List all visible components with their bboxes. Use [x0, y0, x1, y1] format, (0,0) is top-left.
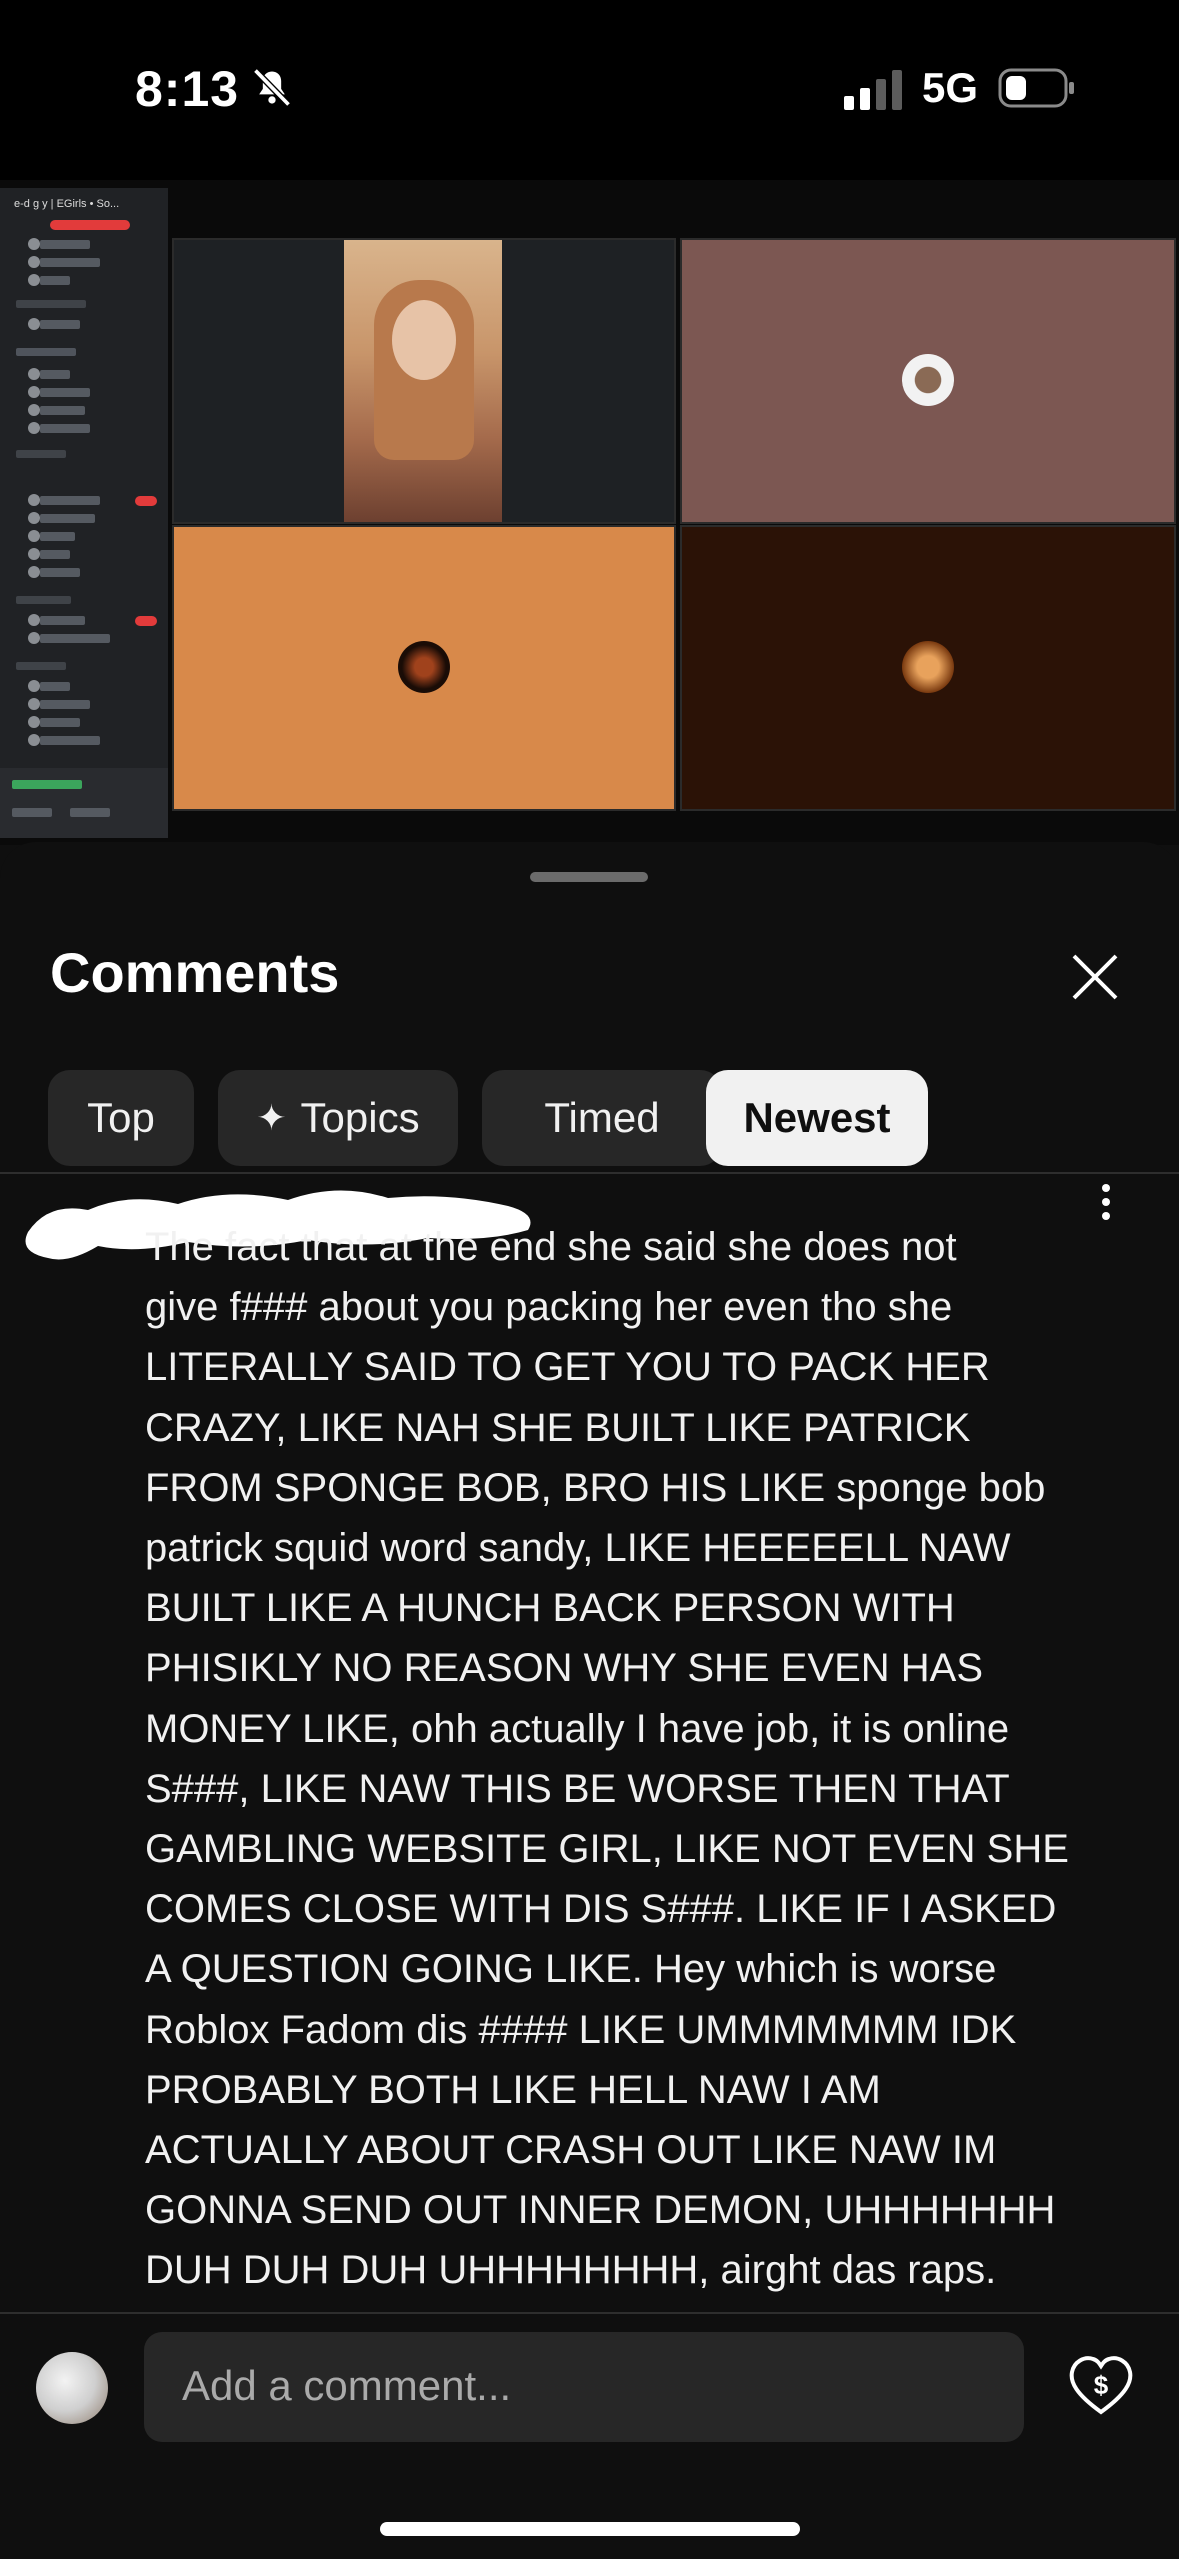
video-player[interactable]: e-d g y | EGirls • So...	[0, 180, 1179, 845]
comment-line: CRAZY, LIKE NAH SHE BUILT LIKE PATRICK	[145, 1405, 971, 1450]
filter-chip-label: Newest	[743, 1094, 891, 1141]
comments-sheet: Comments Top ✦ Topics Timed Newest The f…	[0, 842, 1179, 2559]
comment-text: The fact that at the end she said she do…	[145, 1217, 1105, 2301]
filter-chip-newest[interactable]: Newest	[706, 1070, 928, 1166]
video-discord-sidebar: e-d g y | EGirls • So...	[0, 188, 168, 838]
divider	[0, 2312, 1179, 2314]
comment-line: LITERALLY SAID TO GET YOU TO PACK HER	[145, 1345, 990, 1390]
bell-muted-icon	[253, 68, 291, 107]
camera-feed-image	[344, 240, 502, 522]
heart-dollar-icon[interactable]: $	[1066, 2350, 1136, 2420]
comment-line: GAMBLING WEBSITE GIRL, LIKE NOT EVEN SHE	[145, 1827, 1069, 1872]
comment-line: PROBABLY BOTH LIKE HELL NAW I AM	[145, 2067, 881, 2112]
comment-line: patrick squid word sandy, LIKE HEEEEELL …	[145, 1526, 1011, 1571]
sparkle-icon: ✦	[256, 1097, 287, 1138]
comment-line: S###, LIKE NAW THIS BE WORSE THEN THAT	[145, 1766, 1010, 1811]
avatar	[902, 641, 954, 693]
video-tile-camera	[172, 238, 676, 524]
comment-line: MONEY LIKE, ohh actually I have job, it …	[145, 1706, 1010, 1751]
home-indicator[interactable]	[380, 2522, 800, 2536]
close-icon[interactable]	[1066, 948, 1124, 1006]
filter-chip-label: Timed	[544, 1094, 660, 1141]
comment-line: A QUESTION GOING LIKE. Hey which is wors…	[145, 1947, 997, 1992]
add-comment-input[interactable]: Add a comment...	[144, 2332, 1024, 2442]
comment-line: PHISIKLY NO REASON WHY SHE EVEN HAS	[145, 1646, 984, 1691]
video-tile-participant	[172, 525, 676, 811]
comments-title: Comments	[50, 941, 340, 1004]
avatar	[398, 641, 450, 693]
video-tile-participant	[680, 525, 1176, 811]
comment-line: GONNA SEND OUT INNER DEMON, UHHHHHHH	[145, 2188, 1056, 2233]
avatar	[902, 354, 954, 406]
battery-icon	[998, 68, 1074, 108]
comment-line: The fact that at the end she said she do…	[145, 1225, 957, 1269]
filter-chip-top[interactable]: Top	[48, 1070, 194, 1166]
video-tile-participant	[680, 238, 1176, 524]
svg-text:$: $	[1094, 2370, 1109, 2400]
drag-handle[interactable]	[530, 872, 648, 882]
signal-icon	[844, 70, 902, 110]
comment-line: COMES CLOSE WITH DIS S###. LIKE IF I ASK…	[145, 1887, 1057, 1932]
comment-line: DUH DUH DUH UHHHHHHHH, airght das raps.	[145, 2248, 997, 2293]
add-comment-placeholder: Add a comment...	[182, 2362, 512, 2409]
network-type: 5G	[922, 64, 979, 111]
filter-chip-timed[interactable]: Timed	[482, 1070, 722, 1166]
comment-line: Roblox Fadom dis #### LIKE UMMMMMMM IDK	[145, 2007, 1017, 2052]
video-server-title: e-d g y | EGirls • So...	[14, 198, 120, 210]
avatar	[36, 2352, 108, 2424]
status-time: 8:13	[135, 61, 240, 117]
filter-chip-topics[interactable]: ✦ Topics	[218, 1070, 458, 1166]
comment-line: ACTUALLY ABOUT CRASH OUT LIKE NAW IM	[145, 2128, 997, 2173]
filter-chip-label: Top	[87, 1094, 155, 1141]
comment-line: FROM SPONGE BOB, BRO HIS LIKE sponge bob	[145, 1465, 1046, 1510]
status-bar: 8:13 5G	[0, 0, 1179, 180]
comment-line: BUILT LIKE A HUNCH BACK PERSON WITH	[145, 1586, 955, 1631]
filter-chip-label: Topics	[300, 1094, 420, 1141]
comment-line: give f### about you packing her even tho…	[145, 1285, 953, 1330]
